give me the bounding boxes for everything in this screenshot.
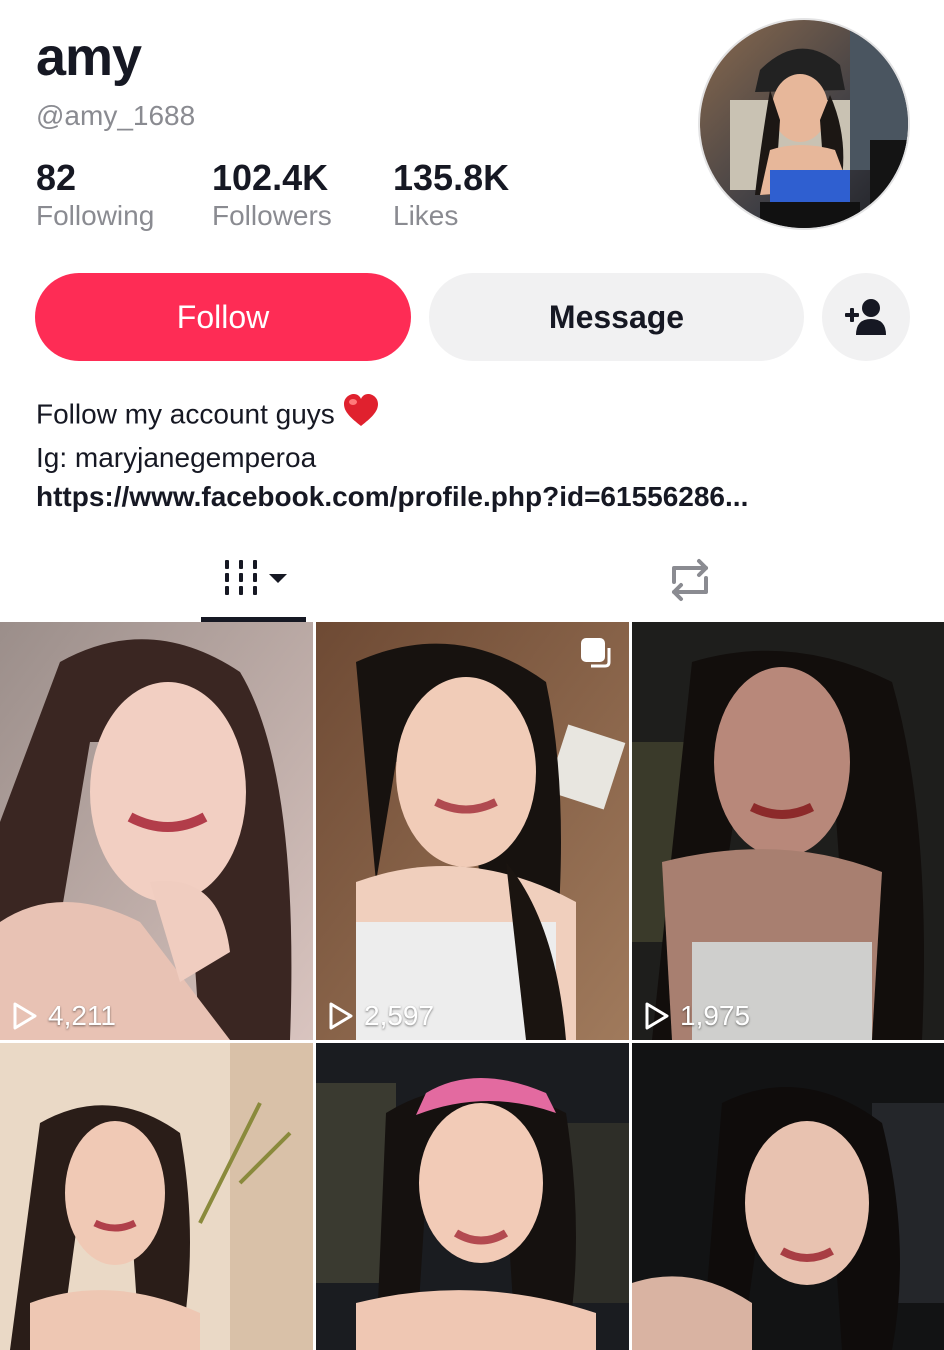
bio: Follow my account guys Ig: maryjanegempe… — [36, 394, 748, 516]
video-thumbnail-5[interactable] — [316, 1043, 629, 1350]
video-photo — [316, 1043, 629, 1350]
video-grid: 4,211 2,597 1,975 — [0, 622, 944, 1350]
add-person-icon — [845, 299, 886, 335]
view-count: 2,597 — [328, 1000, 434, 1032]
tab-videos[interactable] — [201, 550, 306, 622]
profile-page: amy @amy_1688 82 Following 102.4K Follow… — [0, 0, 944, 1350]
avatar-photo — [700, 20, 908, 228]
multi-photo-icon — [579, 636, 613, 675]
view-count-value: 1,975 — [680, 1000, 751, 1031]
bio-line-2: Ig: maryjanegemperoa — [36, 442, 317, 473]
view-count-value: 2,597 — [364, 1000, 435, 1031]
play-icon — [13, 1002, 37, 1030]
bio-line-1: Follow my account guys — [36, 394, 748, 438]
grid-icon — [225, 560, 287, 595]
view-count: 1,975 — [644, 1000, 750, 1032]
view-count: 4,211 — [12, 1000, 116, 1032]
stat-following-label: Following — [36, 200, 155, 231]
display-name: amy — [36, 27, 142, 87]
bio-line-1-text: Follow my account guys — [36, 398, 335, 430]
view-count-value: 4,211 — [48, 1000, 116, 1031]
stat-likes: 135.8K Likes — [393, 158, 509, 232]
repost-icon — [672, 559, 708, 601]
video-thumbnail-2[interactable]: 2,597 — [316, 622, 629, 1040]
play-icon — [645, 1002, 669, 1030]
video-thumbnail-6[interactable] — [632, 1043, 944, 1350]
video-photo — [0, 622, 313, 1040]
heart-icon — [343, 394, 379, 438]
tab-reposts[interactable] — [660, 552, 720, 608]
video-photo — [632, 1043, 944, 1350]
avatar[interactable] — [698, 18, 910, 230]
username: @amy_1688 — [36, 100, 196, 131]
video-photo — [316, 622, 629, 1040]
video-thumbnail-1[interactable]: 4,211 — [0, 622, 313, 1040]
video-photo — [0, 1043, 313, 1350]
stat-likes-label: Likes — [393, 200, 459, 231]
stat-following-count: 82 — [36, 157, 77, 198]
bio-link[interactable]: https://www.facebook.com/profile.php?id=… — [36, 477, 748, 516]
video-thumbnail-4[interactable] — [0, 1043, 313, 1350]
stat-followers-count: 102.4K — [212, 157, 329, 198]
add-friend-button[interactable] — [822, 273, 910, 361]
stat-following[interactable]: 82 Following — [36, 158, 154, 232]
stat-followers[interactable]: 102.4K Followers — [212, 158, 332, 232]
follow-button[interactable]: Follow — [35, 273, 411, 361]
video-photo — [632, 622, 944, 1040]
message-button[interactable]: Message — [429, 273, 804, 361]
stat-likes-count: 135.8K — [393, 157, 510, 198]
video-thumbnail-3[interactable]: 1,975 — [632, 622, 944, 1040]
play-icon — [329, 1002, 353, 1030]
stat-followers-label: Followers — [212, 200, 332, 231]
